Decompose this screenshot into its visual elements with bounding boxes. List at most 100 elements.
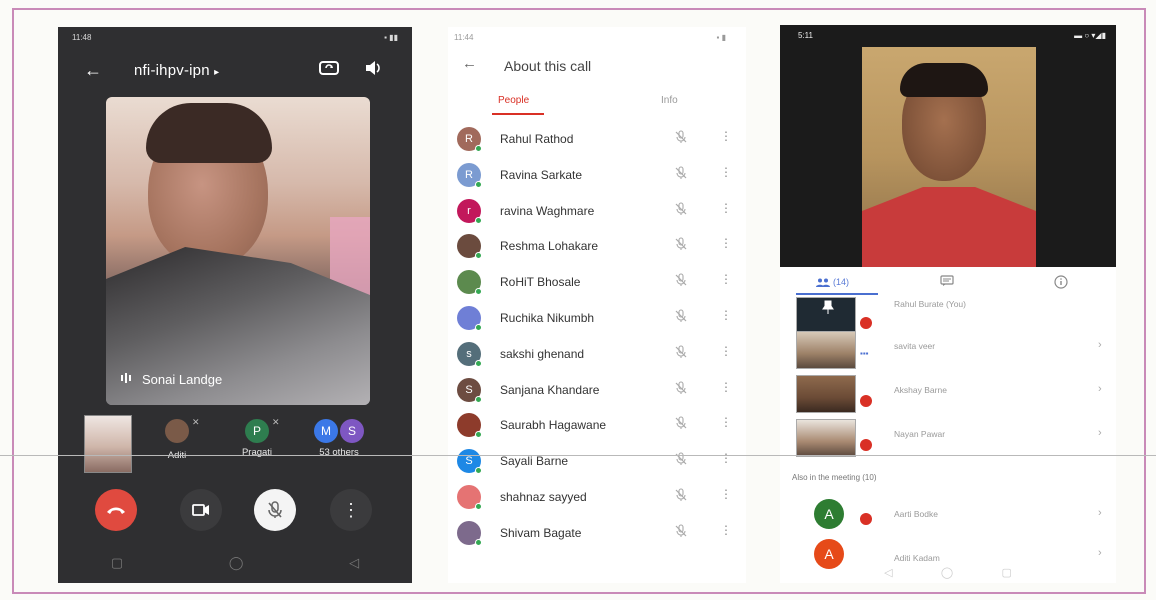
list-item[interactable]: S Sayali Barne ⋮ bbox=[448, 445, 746, 475]
status-time: 11:48 bbox=[72, 33, 92, 42]
list-item[interactable]: Nayan Pawar › bbox=[780, 415, 1116, 459]
mic-off-icon[interactable] bbox=[674, 488, 688, 507]
online-status-dot bbox=[475, 288, 482, 296]
about-call-screen: 11:44 ▪ ▮ ← About this call People Info … bbox=[448, 27, 746, 583]
participant-tile[interactable]: ✕ P Pragati bbox=[222, 417, 292, 458]
online-status-dot bbox=[475, 180, 482, 188]
more-options-button[interactable]: ⋮ bbox=[330, 489, 372, 531]
tab-info[interactable]: Info bbox=[661, 95, 678, 106]
back-arrow-icon[interactable]: ← bbox=[84, 60, 102, 81]
nav-square-icon[interactable]: ▢ bbox=[111, 555, 123, 577]
speaker-icon[interactable] bbox=[364, 60, 382, 81]
more-options-icon[interactable]: ⋮ bbox=[720, 451, 732, 465]
mic-toggle-button[interactable] bbox=[254, 489, 296, 531]
list-item[interactable]: shahnaz sayyed ⋮ bbox=[448, 481, 746, 511]
more-options-icon[interactable]: ⋮ bbox=[720, 523, 732, 537]
more-options-icon[interactable]: ⋮ bbox=[720, 165, 732, 179]
mic-off-icon[interactable] bbox=[674, 345, 688, 364]
nav-square-icon[interactable]: ▢ bbox=[1001, 566, 1011, 579]
tab-bar: (14) bbox=[780, 273, 1116, 295]
people-icon bbox=[816, 278, 830, 287]
main-speaker-name: Sonai Landge bbox=[142, 372, 223, 387]
list-item[interactable]: S Sanjana Khandare ⋮ bbox=[448, 374, 746, 404]
nav-home-icon[interactable]: ◯ bbox=[941, 566, 953, 579]
participant-name: Rahul Rathod bbox=[500, 132, 574, 146]
more-options-icon[interactable]: ⋮ bbox=[720, 201, 732, 215]
participant-name: Shivam Bagate bbox=[500, 525, 582, 540]
others-tile[interactable]: M S 53 others bbox=[304, 419, 374, 458]
participant-name: RoHiT Bhosale bbox=[500, 275, 581, 290]
mic-off-badge bbox=[860, 395, 872, 407]
more-options-icon[interactable]: ⋮ bbox=[720, 236, 732, 250]
online-status-dot bbox=[475, 145, 482, 152]
android-nav-bar: ▢ ◯ ◁ bbox=[58, 555, 412, 577]
list-item[interactable]: A Aarti Bodke › bbox=[780, 499, 1116, 539]
speaker-video bbox=[862, 47, 1036, 267]
mic-off-icon[interactable] bbox=[674, 237, 688, 256]
participant-thumbnail bbox=[796, 419, 856, 457]
mic-off-icon[interactable] bbox=[674, 309, 688, 328]
avatar: S bbox=[340, 419, 364, 443]
mic-off-icon[interactable] bbox=[674, 273, 688, 292]
participant-name: shahnaz sayyed bbox=[500, 490, 587, 504]
pin-icon bbox=[822, 300, 834, 314]
page-title: About this call bbox=[504, 58, 592, 74]
more-options-icon[interactable]: ⋮ bbox=[720, 415, 732, 429]
back-arrow-icon[interactable]: ← bbox=[462, 55, 477, 72]
mic-off-icon[interactable] bbox=[674, 166, 688, 185]
list-item[interactable]: RoHiT Bhosale ⋮ bbox=[448, 266, 746, 296]
android-nav-bar: ◁ ◯ ▢ bbox=[860, 566, 1036, 579]
status-bar: 11:44 ▪ ▮ bbox=[454, 33, 726, 42]
info-icon[interactable] bbox=[1054, 275, 1068, 291]
meeting-people-screen: 5:11 ▬ ○ ▾◢▮ (14) Rahul Burate (You) ▪▪▪ bbox=[780, 25, 1116, 583]
online-status-dot bbox=[475, 252, 482, 260]
list-item[interactable]: R Ravina Sarkate ⋮ bbox=[448, 159, 746, 189]
online-status-dot bbox=[475, 503, 482, 510]
switch-camera-icon[interactable] bbox=[318, 59, 340, 82]
avatar: P bbox=[245, 419, 269, 443]
end-call-button[interactable] bbox=[95, 489, 137, 531]
more-options-icon[interactable]: ⋮ bbox=[720, 129, 732, 143]
meeting-code[interactable]: nfi-ihpv-ipn ▸ bbox=[134, 62, 219, 79]
status-icons: ▬ ○ ▾◢▮ bbox=[1074, 31, 1106, 40]
camera-toggle-button[interactable] bbox=[180, 489, 222, 531]
nav-back-icon[interactable]: ◁ bbox=[349, 555, 359, 577]
nav-back-icon[interactable]: ◁ bbox=[884, 566, 892, 579]
more-options-icon[interactable]: ⋮ bbox=[720, 308, 732, 322]
more-options-icon[interactable]: ⋮ bbox=[720, 344, 732, 358]
video-area: 5:11 ▬ ○ ▾◢▮ bbox=[780, 25, 1116, 267]
list-item[interactable]: ▪▪▪ savita veer › bbox=[780, 327, 1116, 371]
chevron-right-icon: › bbox=[1098, 383, 1102, 395]
avatar: A bbox=[814, 539, 844, 569]
call-controls: ⋮ bbox=[58, 489, 412, 535]
list-item[interactable]: Akshay Barne › bbox=[780, 371, 1116, 415]
list-item[interactable]: r ravina Waghmare ⋮ bbox=[448, 195, 746, 225]
participant-name: Saurabh Hagawane bbox=[500, 418, 607, 433]
participant-name: sakshi ghenand bbox=[500, 346, 585, 361]
more-options-icon[interactable]: ⋮ bbox=[720, 380, 732, 394]
nav-home-icon[interactable]: ◯ bbox=[229, 555, 244, 577]
video-camera-icon bbox=[192, 504, 209, 516]
list-item[interactable]: Ruchika Nikumbh ⋮ bbox=[448, 302, 746, 332]
self-view-thumbnail[interactable] bbox=[84, 415, 132, 473]
tab-people[interactable]: People bbox=[498, 95, 529, 106]
tab-people[interactable]: (14) bbox=[816, 277, 849, 287]
list-item[interactable]: s sakshi ghenand ⋮ bbox=[448, 338, 746, 368]
mic-off-icon[interactable] bbox=[674, 381, 688, 400]
more-options-icon[interactable]: ⋮ bbox=[720, 487, 732, 501]
chat-icon[interactable] bbox=[940, 275, 954, 289]
mic-off-icon[interactable] bbox=[674, 130, 688, 149]
participant-name: Ravina Sarkate bbox=[500, 167, 583, 182]
avatar bbox=[165, 419, 189, 443]
mic-off-icon[interactable] bbox=[674, 416, 688, 435]
mic-off-icon[interactable] bbox=[674, 202, 688, 221]
list-item[interactable]: Shivam Bagate ⋮ bbox=[448, 517, 746, 547]
participant-name: Reshma Lohakare bbox=[500, 239, 599, 254]
chevron-right-icon: › bbox=[1098, 427, 1102, 439]
list-item[interactable]: R Rahul Rathod ⋮ bbox=[448, 123, 746, 153]
avatar: A bbox=[814, 499, 844, 529]
list-item[interactable]: Saurabh Hagawane ⋮ bbox=[448, 409, 746, 439]
mic-off-icon[interactable] bbox=[674, 524, 688, 543]
list-item[interactable]: Reshma Lohakare ⋮ bbox=[448, 230, 746, 260]
more-options-icon[interactable]: ⋮ bbox=[720, 272, 732, 286]
